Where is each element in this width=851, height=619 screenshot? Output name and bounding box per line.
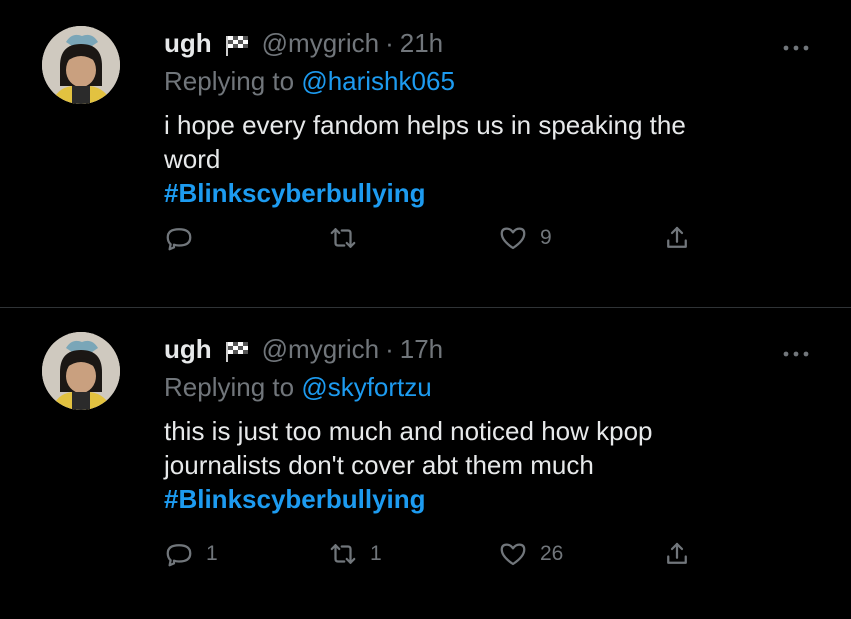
action-bar: 1 1 26 — [164, 538, 811, 570]
reply-count: 1 — [206, 542, 218, 565]
share-button[interactable] — [662, 538, 692, 570]
like-button[interactable]: 26 — [498, 538, 563, 570]
retweet-icon — [330, 544, 356, 564]
avatar[interactable] — [42, 26, 120, 104]
tweet[interactable]: ugh @mygrich · 21h Replying to @harishk0… — [0, 0, 851, 308]
reply-bubble-icon — [166, 544, 192, 567]
action-bar: 9 — [164, 222, 811, 254]
share-icon — [667, 542, 687, 564]
share-button[interactable] — [662, 222, 692, 254]
heart-icon — [500, 227, 526, 250]
reply-bubble-icon — [166, 228, 192, 251]
retweet-button[interactable] — [328, 222, 370, 254]
retweet-icon — [330, 228, 356, 248]
share-icon — [667, 226, 687, 248]
like-count: 26 — [540, 542, 564, 565]
avatar[interactable] — [42, 332, 120, 410]
like-button[interactable]: 9 — [498, 222, 552, 254]
like-count: 9 — [540, 226, 552, 249]
tweet[interactable]: ugh @mygrich · 17h Replying to @skyfortz… — [0, 308, 851, 619]
reply-button[interactable] — [164, 222, 206, 254]
retweet-count: 1 — [370, 542, 382, 565]
retweet-button[interactable]: 1 — [328, 538, 382, 570]
heart-icon — [500, 543, 526, 566]
reply-button[interactable]: 1 — [164, 538, 218, 570]
